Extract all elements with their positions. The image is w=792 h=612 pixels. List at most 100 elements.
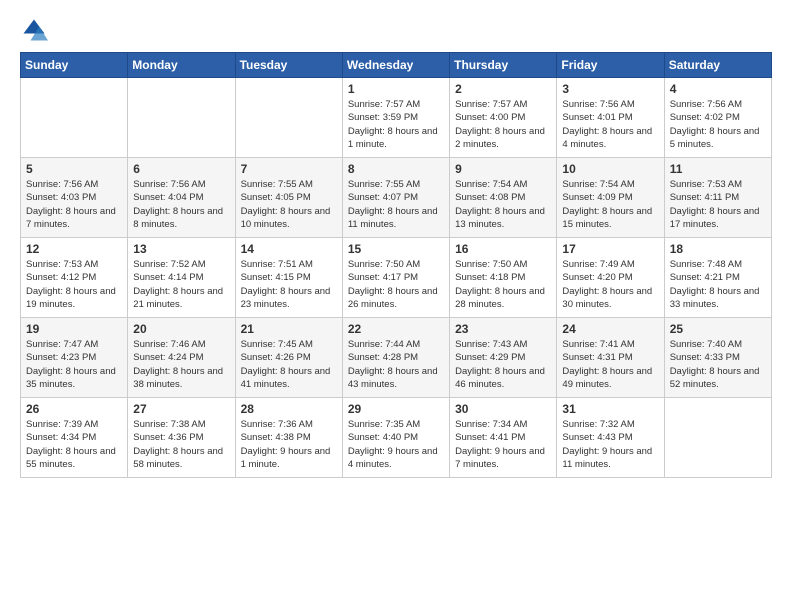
calendar-cell: 23 Sunrise: 7:43 AM Sunset: 4:29 PM Dayli… [450, 318, 557, 398]
day-number: 19 [26, 322, 122, 336]
day-number: 24 [562, 322, 658, 336]
day-number: 21 [241, 322, 337, 336]
calendar-week-row: 5Sunrise: 7:56 AM Sunset: 4:03 PM Daylig… [21, 158, 772, 238]
day-number: 17 [562, 242, 658, 256]
day-info: Sunrise: 7:34 AM Sunset: 4:41 PM Dayligh… [455, 418, 551, 471]
calendar-cell: 26Sunrise: 7:39 AM Sunset: 4:34 PM Dayli… [21, 398, 128, 478]
day-number: 14 [241, 242, 337, 256]
day-number: 5 [26, 162, 122, 176]
calendar-cell [235, 78, 342, 158]
page: SundayMondayTuesdayWednesdayThursdayFrid… [0, 0, 792, 612]
day-info: Sunrise: 7:50 AM Sunset: 4:18 PM Dayligh… [455, 258, 551, 311]
calendar-cell: 20 Sunrise: 7:46 AM Sunset: 4:24 PM Dayli… [128, 318, 235, 398]
weekday-header-row: SundayMondayTuesdayWednesdayThursdayFrid… [21, 53, 772, 78]
day-number: 27 [133, 402, 229, 416]
day-number: 28 [241, 402, 337, 416]
calendar-cell: 9 Sunrise: 7:54 AM Sunset: 4:08 PM Daylig… [450, 158, 557, 238]
calendar-cell: 3 Sunrise: 7:56 AM Sunset: 4:01 PM Daylig… [557, 78, 664, 158]
weekday-header: Monday [128, 53, 235, 78]
calendar-cell: 19 Sunrise: 7:47 AM Sunset: 4:23 PM Dayli… [21, 318, 128, 398]
calendar-cell: 29 Sunrise: 7:35 AM Sunset: 4:40 PM Dayli… [342, 398, 449, 478]
day-number: 31 [562, 402, 658, 416]
day-info: Sunrise: 7:57 AM Sunset: 4:00 PM Dayligh… [455, 98, 551, 151]
weekday-header: Tuesday [235, 53, 342, 78]
weekday-header: Thursday [450, 53, 557, 78]
day-info: Sunrise: 7:47 AM Sunset: 4:23 PM Dayligh… [26, 338, 122, 391]
day-number: 13 [133, 242, 229, 256]
day-info: Sunrise: 7:57 AM Sunset: 3:59 PM Dayligh… [348, 98, 444, 151]
calendar-cell: 6 Sunrise: 7:56 AM Sunset: 4:04 PM Daylig… [128, 158, 235, 238]
calendar-cell: 17Sunrise: 7:49 AM Sunset: 4:20 PM Dayli… [557, 238, 664, 318]
calendar-cell: 1 Sunrise: 7:57 AM Sunset: 3:59 PM Daylig… [342, 78, 449, 158]
day-info: Sunrise: 7:54 AM Sunset: 4:08 PM Dayligh… [455, 178, 551, 231]
day-info: Sunrise: 7:53 AM Sunset: 4:12 PM Dayligh… [26, 258, 122, 311]
day-info: Sunrise: 7:36 AM Sunset: 4:38 PM Dayligh… [241, 418, 337, 471]
day-number: 7 [241, 162, 337, 176]
calendar-cell: 15Sunrise: 7:50 AM Sunset: 4:17 PM Dayli… [342, 238, 449, 318]
calendar-cell: 11 Sunrise: 7:53 AM Sunset: 4:11 PM Dayli… [664, 158, 771, 238]
calendar-cell: 10 Sunrise: 7:54 AM Sunset: 4:09 PM Dayli… [557, 158, 664, 238]
day-info: Sunrise: 7:48 AM Sunset: 4:21 PM Dayligh… [670, 258, 766, 311]
day-info: Sunrise: 7:51 AM Sunset: 4:15 PM Dayligh… [241, 258, 337, 311]
calendar-cell [128, 78, 235, 158]
day-number: 25 [670, 322, 766, 336]
day-info: Sunrise: 7:45 AM Sunset: 4:26 PM Dayligh… [241, 338, 337, 391]
day-number: 9 [455, 162, 551, 176]
calendar-cell: 27 Sunrise: 7:38 AM Sunset: 4:36 PM Dayli… [128, 398, 235, 478]
day-info: Sunrise: 7:56 AM Sunset: 4:04 PM Dayligh… [133, 178, 229, 231]
day-number: 23 [455, 322, 551, 336]
weekday-header: Friday [557, 53, 664, 78]
day-number: 16 [455, 242, 551, 256]
day-info: Sunrise: 7:52 AM Sunset: 4:14 PM Dayligh… [133, 258, 229, 311]
calendar-cell: 21 Sunrise: 7:45 AM Sunset: 4:26 PM Dayli… [235, 318, 342, 398]
day-info: Sunrise: 7:35 AM Sunset: 4:40 PM Dayligh… [348, 418, 444, 471]
day-number: 1 [348, 82, 444, 96]
calendar-cell: 14 Sunrise: 7:51 AM Sunset: 4:15 PM Dayli… [235, 238, 342, 318]
calendar-cell: 28 Sunrise: 7:36 AM Sunset: 4:38 PM Dayli… [235, 398, 342, 478]
calendar-cell: 18 Sunrise: 7:48 AM Sunset: 4:21 PM Dayli… [664, 238, 771, 318]
day-number: 30 [455, 402, 551, 416]
calendar-week-row: 19 Sunrise: 7:47 AM Sunset: 4:23 PM Dayli… [21, 318, 772, 398]
day-number: 18 [670, 242, 766, 256]
day-number: 29 [348, 402, 444, 416]
day-info: Sunrise: 7:41 AM Sunset: 4:31 PM Dayligh… [562, 338, 658, 391]
calendar-cell: 5Sunrise: 7:56 AM Sunset: 4:03 PM Daylig… [21, 158, 128, 238]
calendar-cell [664, 398, 771, 478]
day-info: Sunrise: 7:56 AM Sunset: 4:01 PM Dayligh… [562, 98, 658, 151]
weekday-header: Saturday [664, 53, 771, 78]
day-number: 10 [562, 162, 658, 176]
day-info: Sunrise: 7:39 AM Sunset: 4:34 PM Dayligh… [26, 418, 122, 471]
day-info: Sunrise: 7:44 AM Sunset: 4:28 PM Dayligh… [348, 338, 444, 391]
logo [20, 16, 52, 44]
day-info: Sunrise: 7:56 AM Sunset: 4:02 PM Dayligh… [670, 98, 766, 151]
day-number: 6 [133, 162, 229, 176]
day-number: 4 [670, 82, 766, 96]
day-info: Sunrise: 7:53 AM Sunset: 4:11 PM Dayligh… [670, 178, 766, 231]
day-number: 20 [133, 322, 229, 336]
day-info: Sunrise: 7:50 AM Sunset: 4:17 PM Dayligh… [348, 258, 444, 311]
calendar-cell: 25Sunrise: 7:40 AM Sunset: 4:33 PM Dayli… [664, 318, 771, 398]
day-info: Sunrise: 7:32 AM Sunset: 4:43 PM Dayligh… [562, 418, 658, 471]
day-number: 22 [348, 322, 444, 336]
day-info: Sunrise: 7:43 AM Sunset: 4:29 PM Dayligh… [455, 338, 551, 391]
day-info: Sunrise: 7:38 AM Sunset: 4:36 PM Dayligh… [133, 418, 229, 471]
calendar-cell: 2 Sunrise: 7:57 AM Sunset: 4:00 PM Daylig… [450, 78, 557, 158]
day-info: Sunrise: 7:46 AM Sunset: 4:24 PM Dayligh… [133, 338, 229, 391]
weekday-header: Sunday [21, 53, 128, 78]
header [20, 16, 772, 44]
calendar: SundayMondayTuesdayWednesdayThursdayFrid… [20, 52, 772, 478]
logo-icon [20, 16, 48, 44]
calendar-cell: 13 Sunrise: 7:52 AM Sunset: 4:14 PM Dayli… [128, 238, 235, 318]
calendar-week-row: 12Sunrise: 7:53 AM Sunset: 4:12 PM Dayli… [21, 238, 772, 318]
calendar-cell: 16 Sunrise: 7:50 AM Sunset: 4:18 PM Dayli… [450, 238, 557, 318]
calendar-cell: 30 Sunrise: 7:34 AM Sunset: 4:41 PM Dayli… [450, 398, 557, 478]
day-number: 8 [348, 162, 444, 176]
day-info: Sunrise: 7:55 AM Sunset: 4:07 PM Dayligh… [348, 178, 444, 231]
day-number: 11 [670, 162, 766, 176]
day-number: 3 [562, 82, 658, 96]
calendar-cell: 7 Sunrise: 7:55 AM Sunset: 4:05 PM Daylig… [235, 158, 342, 238]
day-info: Sunrise: 7:54 AM Sunset: 4:09 PM Dayligh… [562, 178, 658, 231]
day-info: Sunrise: 7:55 AM Sunset: 4:05 PM Dayligh… [241, 178, 337, 231]
weekday-header: Wednesday [342, 53, 449, 78]
day-number: 2 [455, 82, 551, 96]
